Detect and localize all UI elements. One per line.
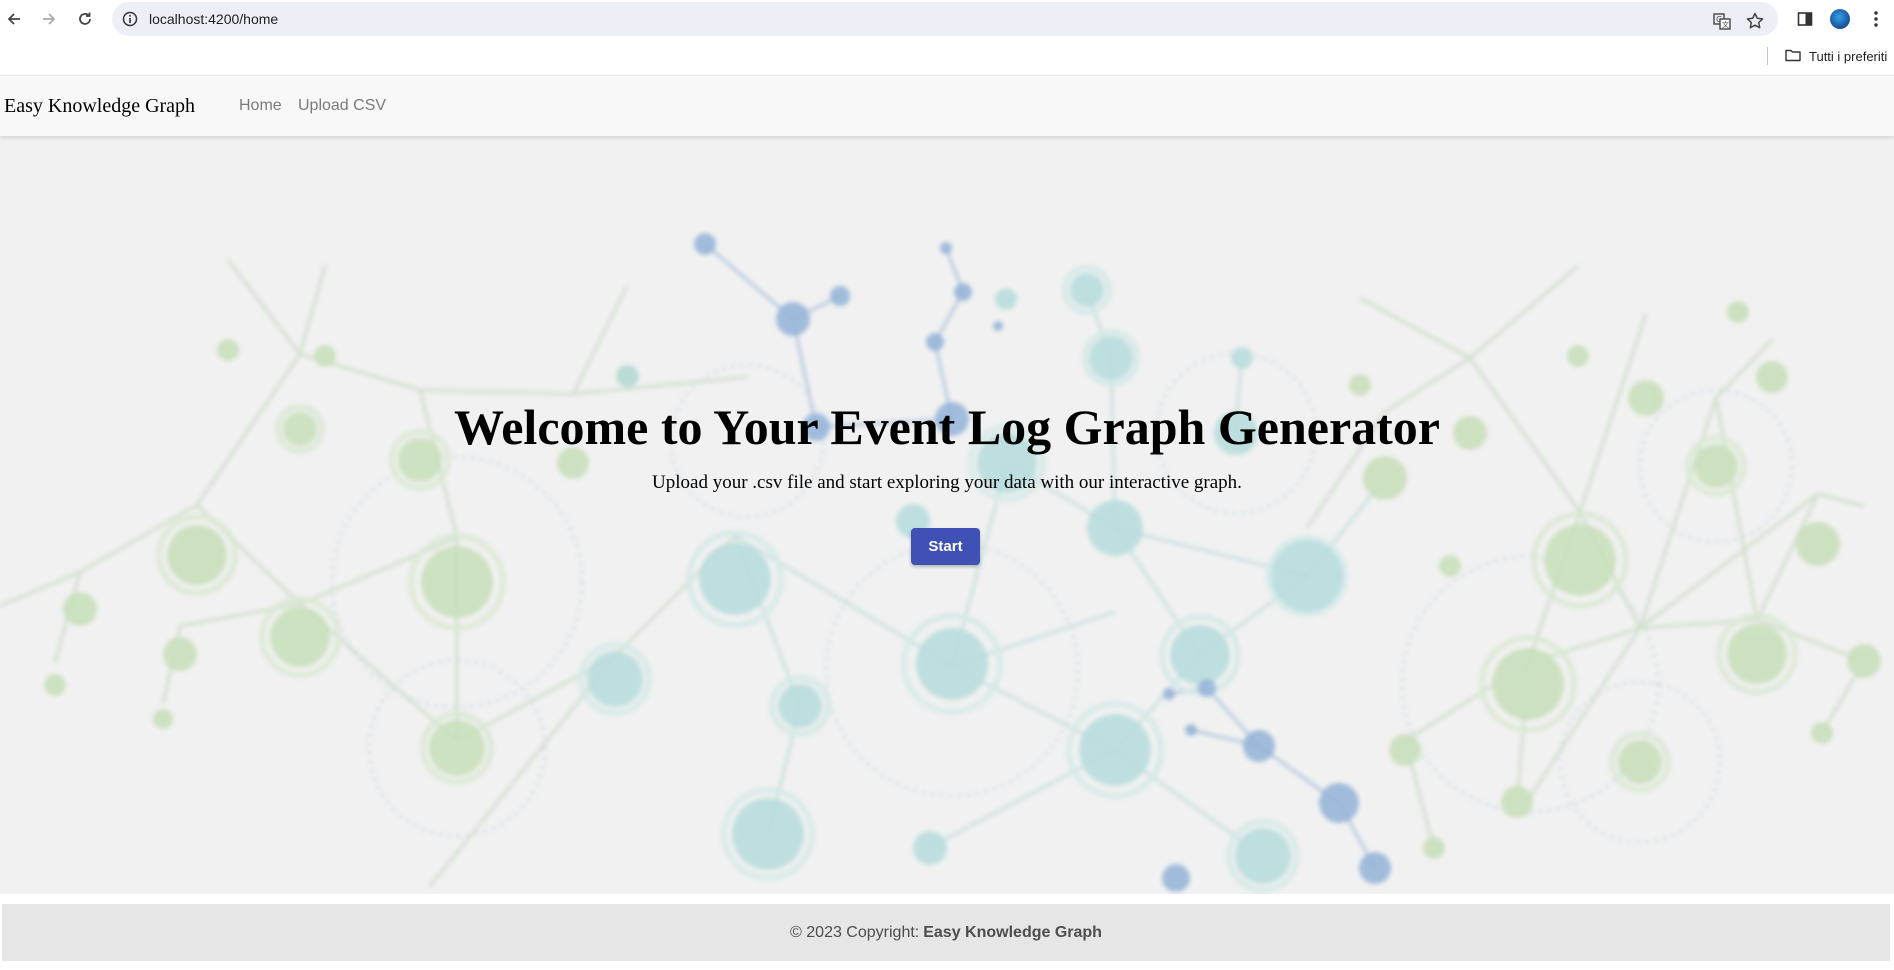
svg-text:文: 文 — [1722, 20, 1729, 29]
hero-title: Welcome to Your Event Log Graph Generato… — [454, 399, 1440, 455]
hero-content: Welcome to Your Event Log Graph Generato… — [0, 136, 1894, 894]
footer-copyright: © 2023 Copyright: — [790, 923, 920, 941]
forward-arrow-icon[interactable] — [37, 7, 61, 31]
footer-brand: Easy Knowledge Graph — [923, 923, 1102, 941]
kebab-menu-icon[interactable] — [1864, 7, 1888, 31]
browser-toolbar: localhost:4200/home G文 — [0, 0, 1894, 38]
all-bookmarks-folder[interactable]: Tutti i preferiti — [1785, 48, 1887, 65]
app-navbar: Easy Knowledge Graph Home Upload CSV — [0, 77, 1894, 136]
site-info-icon[interactable] — [122, 11, 138, 32]
start-button[interactable]: Start — [911, 528, 980, 565]
bookmarks-separator — [1767, 47, 1768, 65]
footer: © 2023 Copyright: Easy Knowledge Graph — [2, 904, 1890, 961]
side-panel-icon[interactable] — [1793, 7, 1817, 31]
hero-section: Welcome to Your Event Log Graph Generato… — [0, 136, 1894, 894]
nav-link-home[interactable]: Home — [239, 97, 282, 115]
address-bar[interactable]: localhost:4200/home G文 — [112, 2, 1778, 36]
url-text[interactable]: localhost:4200/home — [149, 11, 278, 27]
bookmarks-bar: Tutti i preferiti — [0, 38, 1894, 76]
navbar-brand[interactable]: Easy Knowledge Graph — [4, 95, 195, 118]
reload-icon[interactable] — [73, 7, 97, 31]
profile-avatar[interactable] — [1830, 9, 1850, 29]
folder-label: Tutti i preferiti — [1809, 49, 1888, 64]
nav-link-upload-csv[interactable]: Upload CSV — [298, 97, 386, 115]
folder-icon — [1785, 48, 1801, 65]
hero-subtitle: Upload your .csv file and start explorin… — [652, 472, 1242, 493]
back-arrow-icon[interactable] — [2, 7, 26, 31]
translate-icon[interactable]: G文 — [1711, 10, 1733, 32]
star-icon[interactable] — [1744, 10, 1766, 32]
